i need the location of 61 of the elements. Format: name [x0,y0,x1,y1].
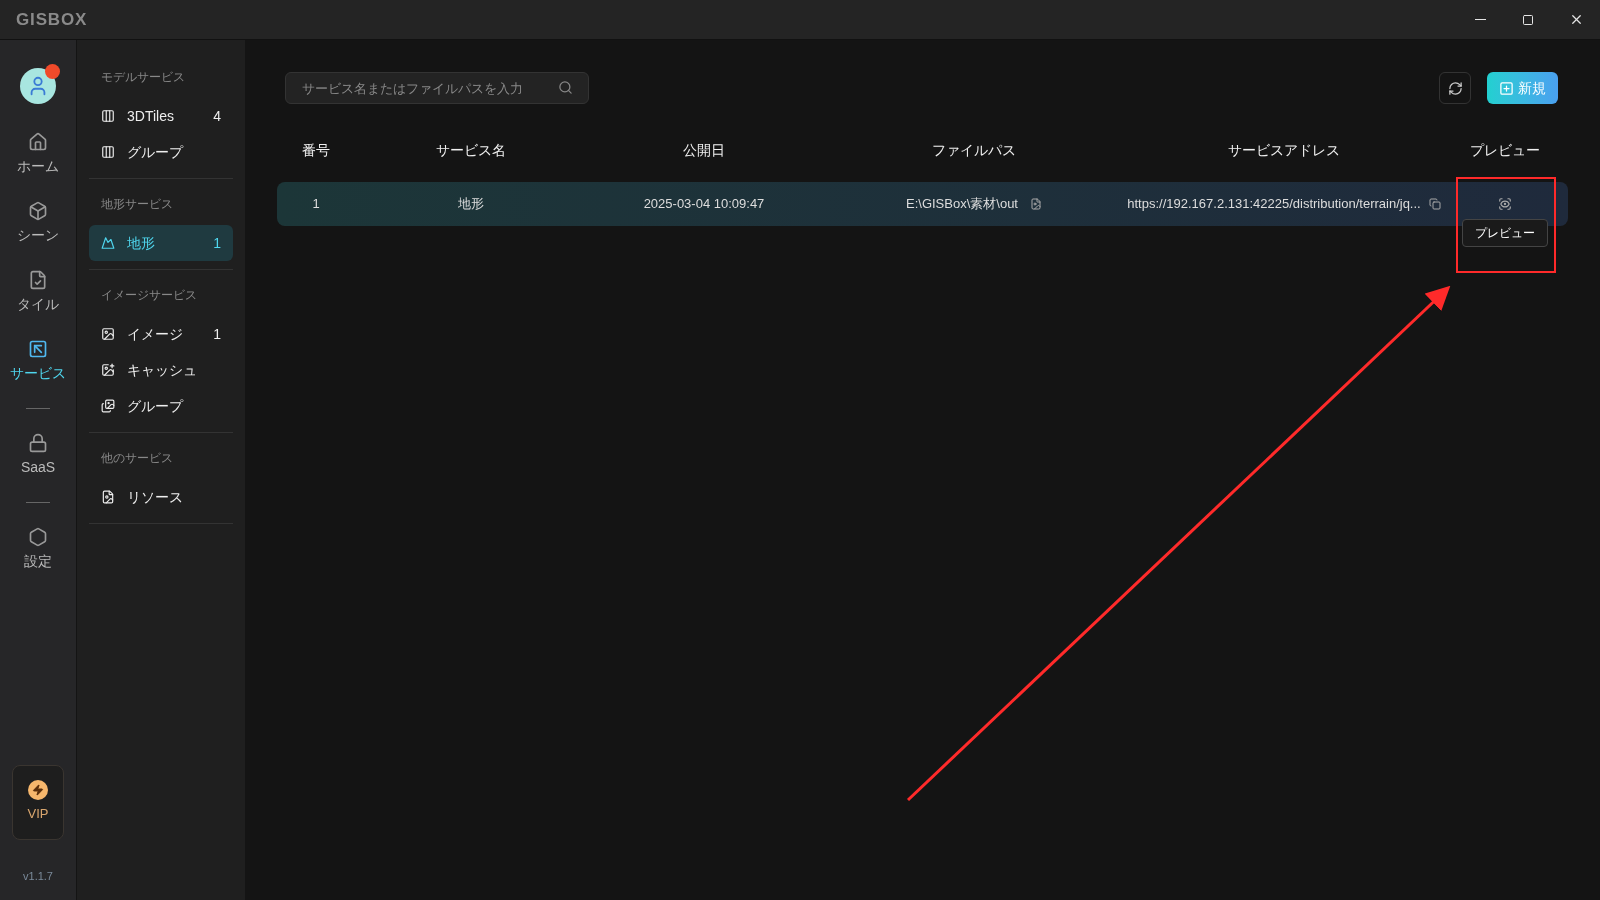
columns-icon [101,109,115,123]
cube-icon [28,201,48,221]
refresh-button[interactable] [1439,72,1471,104]
item-count: 1 [213,324,221,344]
minimize-icon [1474,19,1486,20]
app-logo: GISBOX [16,8,88,31]
version-label: v1.1.7 [23,868,53,884]
vip-button[interactable]: VIP [12,764,64,840]
lightning-icon [28,780,48,801]
column-header: 公開日 [683,140,725,160]
maximize-icon [1522,13,1534,26]
document-check-icon [28,270,48,290]
tooltip: プレビュー [1461,219,1548,247]
table-cell-text: 地形 [458,195,484,214]
column-header: プレビュー [1469,140,1540,160]
table-cell-text: 2025-03-04 10:09:47 [643,195,765,214]
nav-item[interactable]: タイル [0,258,76,327]
eye-scan-icon [1497,197,1512,211]
section-title: 他のサービス [100,450,174,467]
nav-item[interactable]: サービス [0,327,76,396]
plus-square-icon [1499,80,1514,96]
file-image-icon [101,490,115,504]
column-header: 番号 [302,140,330,160]
sidebar-item[interactable]: グループ [89,388,233,424]
section-title: 地形サービス [100,196,174,213]
table-cell-text: E:\GISBox\素材\out [906,195,1018,214]
arrow-square-icon [28,339,48,359]
section-title: イメージサービス [100,287,198,304]
table-cell-text: https://192.167.2.131:42225/distribution/terrain/jq... [1127,195,1421,214]
column-header: ファイルパス [932,140,1016,160]
hexagon-icon [28,527,48,547]
sidebar-item[interactable]: 地形 1 [89,225,233,261]
item-count: 1 [213,233,221,253]
image-icon [101,327,115,341]
image-plus-icon [101,363,115,377]
item-count: 4 [213,106,221,126]
sidebar-item[interactable]: イメージ 1 [89,316,233,352]
mountain-icon [101,236,115,250]
preview-button[interactable] [1497,197,1512,211]
sidebar-item[interactable]: リソース [89,479,233,515]
search-icon [558,80,573,95]
nav-item[interactable]: SaaS [0,421,76,490]
images-icon [101,399,115,413]
refresh-icon [1447,80,1463,96]
notification-badge [45,64,60,79]
lock-icon [28,433,48,453]
table-cell-text: 1 [312,195,320,214]
columns-icon [101,145,115,159]
copy-icon [1428,198,1441,210]
column-header: サービスアドレス [1228,140,1340,160]
nav-item[interactable]: 設定 [0,515,76,584]
section-title: モデルサービス [100,69,186,86]
column-header: サービス名 [436,140,506,160]
house-icon [28,132,48,152]
file-icon [1030,198,1042,210]
sidebar-item[interactable]: グループ [89,134,233,170]
nav-item[interactable]: ホーム [0,120,76,189]
sidebar-item[interactable]: キャッシュ [89,352,233,388]
search-field[interactable]: サービス名またはファイルパスを入力 [285,72,589,104]
nav-item[interactable]: シーン [0,189,76,258]
sidebar-item[interactable]: 3DTiles 4 [89,98,233,134]
